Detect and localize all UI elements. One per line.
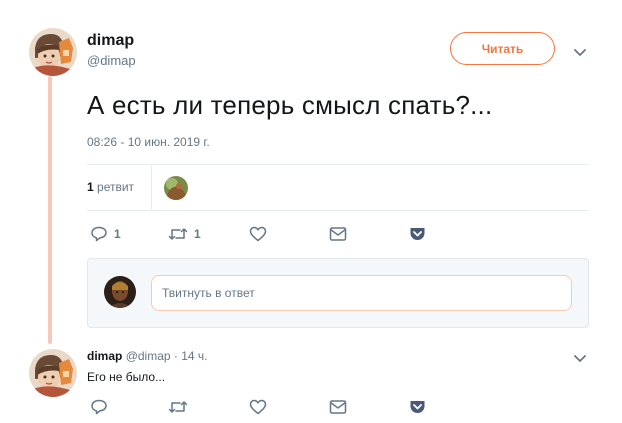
reply-text: Его не было...	[87, 370, 166, 384]
reply-header: dimap @dimap · 14 ч.	[87, 349, 208, 363]
retweet-stats[interactable]: 1 ретвит	[87, 180, 134, 194]
tweet-timestamp[interactable]: 08:26 - 10 июн. 2019 г.	[87, 135, 210, 149]
reply-input[interactable]: Твитнуть в ответ	[151, 275, 572, 311]
like-action[interactable]	[249, 226, 267, 242]
like-action[interactable]	[249, 399, 267, 415]
retweeter-avatar[interactable]	[164, 176, 188, 200]
reply-action[interactable]: 1	[90, 226, 121, 242]
pocket-action[interactable]	[409, 226, 426, 242]
reply-icon	[90, 226, 108, 242]
reply-author-name[interactable]: dimap	[87, 349, 122, 363]
message-icon	[329, 399, 347, 415]
like-icon	[249, 226, 267, 242]
retweet-stats-count: 1	[87, 180, 94, 194]
pocket-icon	[409, 399, 426, 415]
reply-time[interactable]: 14 ч.	[181, 349, 207, 363]
reply-action[interactable]	[90, 399, 108, 415]
tweet-text: А есть ли теперь смысл спать?...	[87, 90, 493, 120]
retweet-stats-label: ретвит	[97, 180, 135, 194]
retweet-icon	[168, 226, 188, 242]
stats-divider	[151, 165, 152, 210]
pocket-icon	[409, 226, 426, 242]
like-icon	[249, 399, 267, 415]
retweet-count: 1	[194, 227, 201, 241]
author-handle[interactable]: @dimap	[87, 53, 136, 68]
retweet-icon	[168, 399, 188, 415]
follow-button[interactable]: Читать	[450, 32, 555, 65]
retweet-action[interactable]: 1	[168, 226, 201, 242]
current-user-avatar[interactable]	[104, 276, 136, 308]
author-avatar[interactable]	[29, 28, 77, 76]
reply-separator: ·	[173, 349, 178, 363]
chevron-down-icon[interactable]	[573, 45, 587, 57]
divider	[87, 164, 589, 165]
chevron-down-icon[interactable]	[573, 351, 587, 363]
reply-icon	[90, 399, 108, 415]
reply-author-handle[interactable]: @dimap	[126, 349, 171, 363]
reply-author-avatar[interactable]	[29, 349, 77, 397]
thread-line	[48, 76, 52, 344]
message-action[interactable]	[329, 226, 347, 242]
author-name[interactable]: dimap	[87, 32, 134, 50]
pocket-action[interactable]	[409, 399, 426, 415]
message-action[interactable]	[329, 399, 347, 415]
reply-count: 1	[114, 227, 121, 241]
divider	[87, 210, 589, 211]
retweet-action[interactable]	[168, 399, 188, 415]
message-icon	[329, 226, 347, 242]
